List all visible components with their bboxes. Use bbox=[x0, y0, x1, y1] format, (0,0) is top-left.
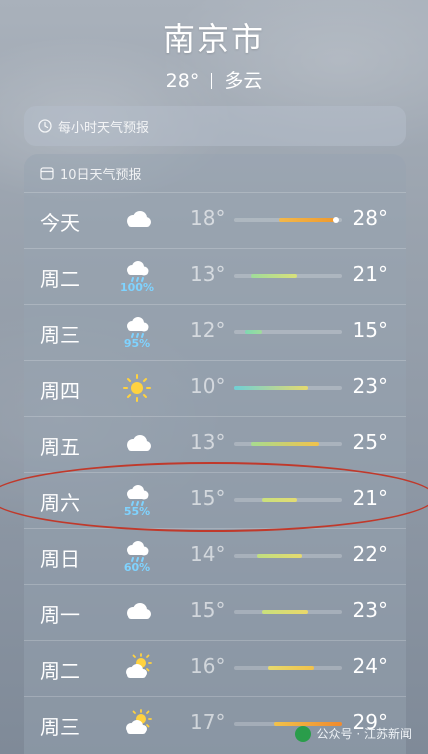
forecast-row: 周三 95% 12° 15° bbox=[24, 304, 406, 360]
temperature-range-fill bbox=[279, 218, 337, 222]
forecast-day: 周日 bbox=[40, 547, 80, 571]
low-temp: 13° bbox=[190, 430, 226, 454]
current-summary: 28° 多云 bbox=[0, 66, 428, 93]
weather-header: 南京市 28° 多云 bbox=[0, 14, 428, 93]
forecast-row: 周日 60% 14° 22° bbox=[24, 528, 406, 584]
sun-icon bbox=[120, 371, 154, 405]
low-temp: 16° bbox=[190, 654, 226, 678]
high-temp: 22° bbox=[352, 542, 388, 566]
temperature-range-fill bbox=[268, 666, 314, 670]
forecast-row: 周三 17° 29° bbox=[24, 696, 406, 752]
sun-cloud-icon bbox=[120, 651, 154, 685]
temperature-range-bar bbox=[234, 386, 342, 390]
forecast-row: 今天 18° 28° bbox=[24, 192, 406, 248]
forecast-day: 周二 bbox=[40, 267, 80, 291]
forecast-row: 周六 55% 15° 21° bbox=[24, 472, 406, 528]
temperature-range-fill bbox=[251, 442, 320, 446]
forecast-row: 周二 16° 24° bbox=[24, 640, 406, 696]
precipitation-chance: 95% bbox=[123, 337, 151, 350]
temperature-range-bar bbox=[234, 666, 342, 670]
daily-forecast-header: 10日天气预报 bbox=[24, 154, 406, 192]
high-temp: 28° bbox=[352, 206, 388, 230]
temperature-range-fill bbox=[245, 330, 263, 334]
forecast-day: 周三 bbox=[40, 323, 80, 347]
forecast-day: 周三 bbox=[40, 715, 80, 739]
precipitation-chance: 55% bbox=[123, 505, 151, 518]
low-temp: 13° bbox=[190, 262, 226, 286]
precipitation-chance: 100% bbox=[120, 281, 154, 294]
forecast-row: 周二 100% 13° 21° bbox=[24, 248, 406, 304]
high-temp: 21° bbox=[352, 262, 388, 286]
temperature-range-bar bbox=[234, 274, 342, 278]
current-temp-dot bbox=[333, 217, 340, 223]
low-temp: 15° bbox=[190, 486, 226, 510]
temperature-range-bar bbox=[234, 442, 342, 446]
watermark: 公众号 · 江苏新闻 bbox=[294, 725, 412, 742]
current-condition: 多云 bbox=[224, 70, 263, 92]
high-temp: 25° bbox=[352, 430, 388, 454]
low-temp: 12° bbox=[190, 318, 226, 342]
temperature-range-fill bbox=[262, 498, 297, 502]
high-temp: 23° bbox=[352, 598, 388, 622]
cloud-icon bbox=[120, 203, 154, 237]
low-temp: 14° bbox=[190, 542, 226, 566]
low-temp: 15° bbox=[190, 598, 226, 622]
temperature-range-fill bbox=[234, 386, 308, 390]
wechat-logo-icon bbox=[294, 725, 311, 742]
high-temp: 23° bbox=[352, 374, 388, 398]
high-temp: 15° bbox=[352, 318, 388, 342]
forecast-row: 周五 13° 25° bbox=[24, 416, 406, 472]
temperature-range-fill bbox=[251, 274, 297, 278]
current-temp: 28° bbox=[165, 70, 200, 92]
watermark-text: 公众号 · 江苏新闻 bbox=[316, 727, 412, 741]
precipitation-chance: 60% bbox=[123, 561, 151, 574]
temperature-range-fill bbox=[256, 554, 303, 558]
forecast-row: 周一 15° 23° bbox=[24, 584, 406, 640]
low-temp: 10° bbox=[190, 374, 226, 398]
separator bbox=[211, 73, 213, 89]
high-temp: 24° bbox=[352, 654, 388, 678]
hourly-forecast-card[interactable]: 每小时天气预报 bbox=[24, 106, 406, 146]
hourly-forecast-label: 每小时天气预报 bbox=[58, 120, 150, 136]
low-temp: 18° bbox=[190, 206, 226, 230]
forecast-day: 周五 bbox=[40, 435, 80, 459]
cloud-icon bbox=[120, 427, 154, 461]
temperature-range-bar bbox=[234, 217, 342, 223]
sun-cloud-icon bbox=[120, 707, 154, 741]
daily-forecast-list: 今天 18° 28° 周二 100% 13° 21° 周三 95% 12° 15° 周四 10° 23° 周… bbox=[24, 192, 406, 752]
calendar-icon bbox=[40, 167, 54, 180]
temperature-range-bar bbox=[234, 498, 342, 502]
high-temp: 21° bbox=[352, 486, 388, 510]
low-temp: 17° bbox=[190, 710, 226, 734]
forecast-day: 周六 bbox=[40, 491, 80, 515]
forecast-day: 今天 bbox=[40, 211, 80, 235]
forecast-row: 周四 10° 23° bbox=[24, 360, 406, 416]
cloud-icon bbox=[120, 595, 154, 629]
temperature-range-fill bbox=[262, 610, 308, 614]
temperature-range-bar bbox=[234, 554, 342, 558]
daily-forecast-label: 10日天气预报 bbox=[60, 167, 142, 183]
forecast-day: 周四 bbox=[40, 379, 80, 403]
forecast-day: 周二 bbox=[40, 659, 80, 683]
city-name: 南京市 bbox=[162, 20, 265, 58]
temperature-range-bar bbox=[234, 330, 342, 334]
daily-forecast-card: 10日天气预报 今天 18° 28° 周二 100% 13° 21° 周三 95% 12° 15° 周… bbox=[24, 154, 406, 754]
temperature-range-bar bbox=[234, 610, 342, 614]
clock-icon bbox=[38, 119, 52, 133]
forecast-day: 周一 bbox=[40, 603, 80, 627]
